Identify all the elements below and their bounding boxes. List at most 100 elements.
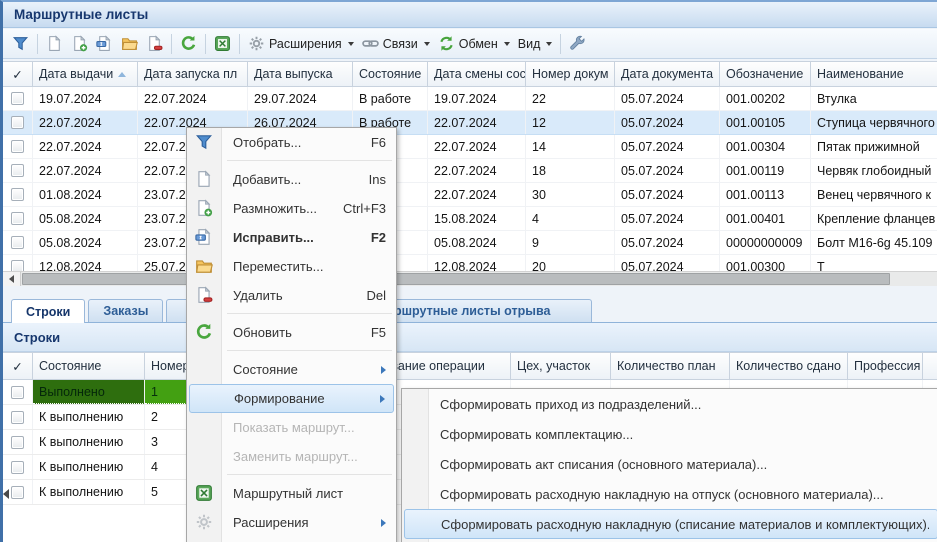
row-checkbox[interactable] — [11, 140, 24, 153]
table-row[interactable]: 05.08.202423.07.202415.08.2024405.07.202… — [3, 207, 937, 231]
chevron-down-icon — [504, 42, 510, 46]
menu-item[interactable]: Размножить...Ctrl+F3 — [187, 194, 396, 223]
column-label: Наименование — [817, 67, 904, 81]
add-button[interactable] — [42, 32, 67, 56]
table-row[interactable]: 05.08.202423.07.202405.08.2024905.07.202… — [3, 231, 937, 255]
settings-button[interactable] — [565, 32, 590, 56]
column-header[interactable]: Номер докум — [526, 62, 615, 86]
scroll-left-arrow[interactable] — [3, 489, 9, 499]
duplicate-button[interactable] — [67, 32, 92, 56]
grid-cell: Венец червячного к — [811, 183, 937, 206]
grid-cell: 05.08.2024 — [33, 207, 138, 230]
column-header[interactable]: Количество план — [611, 353, 730, 379]
context-menu: Отобрать...F6 Добавить... Ins Размножить...… — [186, 127, 397, 542]
edit-document-icon — [96, 35, 113, 52]
route-sheets-grid: ✓Дата выдачиДата запуска плДата выпускаС… — [3, 61, 937, 271]
view-dropdown[interactable]: Вид — [514, 32, 557, 56]
horizontal-scrollbar[interactable] — [3, 271, 937, 286]
column-header[interactable]: Дата выпуска — [248, 62, 353, 86]
export-excel-button[interactable] — [210, 32, 235, 56]
column-header[interactable]: Цех, участок — [511, 353, 611, 379]
row-checkbox[interactable] — [11, 236, 24, 249]
toolbar: Расширения Связи Обмен Вид — [3, 29, 937, 59]
column-label: Номер докум — [532, 67, 609, 81]
submenu-item[interactable]: Сформировать расходную накладную (списан… — [404, 509, 937, 539]
row-checkbox[interactable] — [11, 212, 24, 225]
table-row[interactable]: 01.08.202423.07.202422.07.20243005.07.20… — [3, 183, 937, 207]
row-select-cell — [3, 430, 33, 454]
column-label: Цех, участок — [517, 359, 590, 373]
column-header[interactable]: Состояние — [33, 353, 145, 379]
row-select-cell — [3, 183, 33, 206]
table-row[interactable]: 12.08.202425.07.202412.08.20242005.07.20… — [3, 255, 937, 271]
folder-icon — [195, 257, 213, 275]
menu-item[interactable]: Исправить...F2 — [187, 223, 396, 252]
menu-item[interactable]: ОбновитьF5 — [187, 318, 396, 347]
submenu-item[interactable]: Сформировать акт списания (основного мат… — [402, 449, 937, 479]
grid-cell: 05.07.2024 — [615, 255, 720, 271]
detail-tabs: СтрокиЗаказыСеМаршрутные листы отрыва — [3, 299, 937, 323]
menu-item[interactable]: Отобрать...F6 — [187, 128, 396, 157]
menu-item-label: Добавить... — [233, 172, 357, 187]
grid-cell: Втулка — [811, 87, 937, 110]
row-checkbox[interactable] — [11, 436, 24, 449]
submenu-item[interactable]: Сформировать комплектацию... — [402, 419, 937, 449]
submenu-item[interactable]: Сформировать приход из подразделений... — [402, 389, 937, 419]
exchange-label: Обмен — [459, 37, 498, 51]
menu-item[interactable]: Добавить... Ins — [187, 165, 396, 194]
row-checkbox[interactable] — [11, 461, 24, 474]
chevron-down-icon — [348, 42, 354, 46]
menu-shortcut: Ins — [369, 172, 386, 187]
column-header[interactable]: Дата документа — [615, 62, 720, 86]
tab-1[interactable]: Строки — [11, 299, 85, 323]
column-header[interactable]: Наименование — [811, 62, 937, 86]
extensions-dropdown[interactable]: Расширения — [244, 32, 358, 56]
edit-button[interactable] — [92, 32, 117, 56]
menu-item[interactable]: УдалитьDel — [187, 281, 396, 310]
column-header[interactable]: Количество сдано — [730, 353, 848, 379]
grid-cell: 18 — [526, 159, 615, 182]
tab-label: Заказы — [103, 304, 148, 318]
column-header[interactable]: Состояние — [353, 62, 428, 86]
table-row[interactable]: 22.07.202422.07.202422.07.20241405.07.20… — [3, 135, 937, 159]
column-header[interactable]: Дата запуска пл — [138, 62, 248, 86]
column-header[interactable]: Дата смены сос — [428, 62, 526, 86]
scroll-left-button[interactable] — [3, 272, 21, 286]
select-all-header[interactable]: ✓ — [3, 353, 33, 379]
delete-button[interactable] — [142, 32, 167, 56]
column-header[interactable]: Дата выдачи — [33, 62, 138, 86]
scrollbar-thumb[interactable] — [22, 273, 890, 285]
grid-cell: К выполнению — [33, 430, 145, 454]
row-checkbox[interactable] — [11, 260, 24, 271]
menu-item[interactable]: Маршрутный лист — [187, 479, 396, 508]
submenu-item[interactable]: Сформировать расходную накладную на отпу… — [402, 479, 937, 509]
menu-item[interactable]: Переместить... — [187, 252, 396, 281]
refresh-button[interactable] — [176, 32, 201, 56]
tab-2[interactable]: Заказы — [88, 299, 163, 322]
menu-item[interactable]: Расширения — [187, 508, 396, 537]
filter-button[interactable] — [8, 32, 33, 56]
exchange-dropdown[interactable]: Обмен — [434, 32, 514, 56]
row-checkbox[interactable] — [11, 164, 24, 177]
links-dropdown[interactable]: Связи — [358, 32, 434, 56]
filter-icon — [12, 35, 29, 52]
select-all-header[interactable]: ✓ — [3, 62, 33, 86]
column-header[interactable] — [923, 353, 937, 379]
delete-document-icon — [146, 35, 163, 52]
move-button[interactable] — [117, 32, 142, 56]
table-row[interactable]: 19.07.202422.07.202429.07.2024В работе19… — [3, 87, 937, 111]
menu-item[interactable]: Состояние — [187, 355, 396, 384]
grid-body: 19.07.202422.07.202429.07.2024В работе19… — [3, 87, 937, 271]
column-header[interactable]: Профессия — [848, 353, 923, 379]
table-row[interactable]: 22.07.202422.07.202426.07.2024В работе22… — [3, 111, 937, 135]
menu-item[interactable]: Формирование — [189, 384, 394, 413]
row-checkbox[interactable] — [11, 92, 24, 105]
row-checkbox[interactable] — [11, 411, 24, 424]
row-checkbox[interactable] — [11, 486, 24, 499]
row-checkbox[interactable] — [11, 386, 24, 399]
table-row[interactable]: 22.07.202422.07.202422.07.20241805.07.20… — [3, 159, 937, 183]
row-checkbox[interactable] — [11, 116, 24, 129]
row-checkbox[interactable] — [11, 188, 24, 201]
grid-cell: 14 — [526, 135, 615, 158]
column-header[interactable]: Обозначение — [720, 62, 811, 86]
